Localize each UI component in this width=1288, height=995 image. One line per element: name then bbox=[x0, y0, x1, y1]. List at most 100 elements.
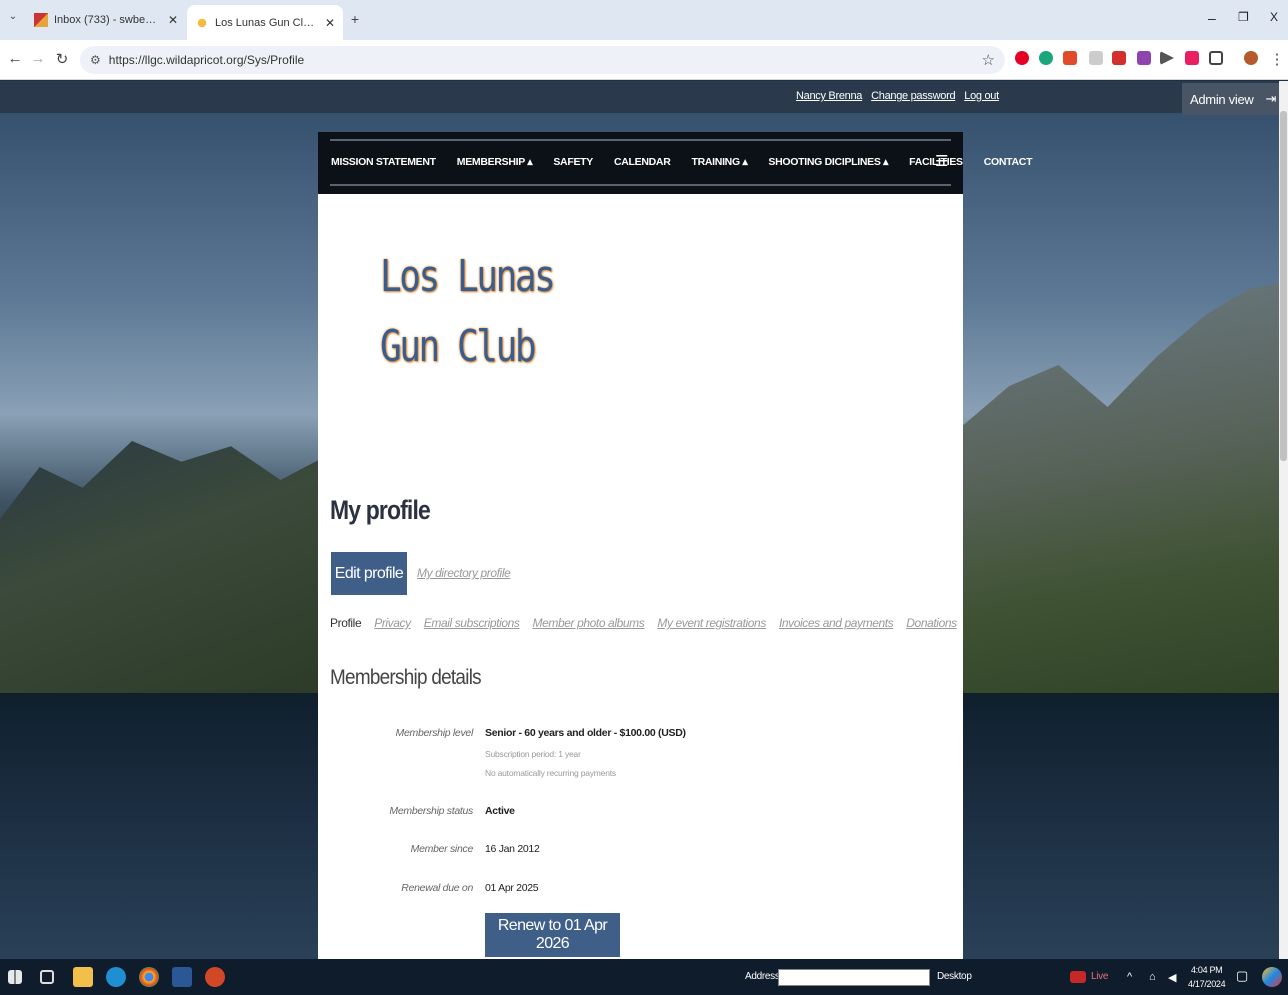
membership-status-value: Active bbox=[485, 805, 515, 817]
chrome-icon[interactable] bbox=[139, 967, 159, 987]
tab-invoices-and-payments[interactable]: Invoices and payments bbox=[779, 616, 894, 630]
close-icon[interactable]: ✕ bbox=[168, 13, 178, 27]
logo-line-1: Los Lunas bbox=[380, 251, 556, 302]
browser-menu-icon[interactable]: ⋮ bbox=[1268, 50, 1286, 68]
membership-level-value: Senior - 60 years and older - $100.00 (U… bbox=[485, 727, 686, 739]
user-name-link[interactable]: Nancy Brenna bbox=[796, 90, 862, 102]
show-hidden-icons-icon[interactable]: ^ bbox=[1127, 971, 1132, 983]
taskbar-address-input[interactable] bbox=[778, 969, 930, 986]
windows-start-icon[interactable] bbox=[8, 970, 22, 984]
nav-shooting-disciplines[interactable]: SHOOTING DICIPLINES ▴ bbox=[768, 156, 888, 168]
membership-details-heading: Membership details bbox=[330, 666, 482, 689]
pinterest-extension-icon[interactable] bbox=[1015, 51, 1029, 65]
copilot-icon[interactable] bbox=[1262, 967, 1282, 987]
address-bar[interactable]: ⚙ https://llgc.wildapricot.org/Sys/Profi… bbox=[80, 46, 1005, 74]
live-label[interactable]: Live bbox=[1091, 971, 1108, 982]
background-mountain-right bbox=[960, 281, 1288, 701]
account-strip: Nancy Brenna Change password Log out bbox=[0, 81, 1288, 113]
account-links: Nancy Brenna Change password Log out bbox=[796, 90, 999, 102]
restore-button[interactable]: ❐ bbox=[1238, 10, 1249, 24]
tab-my-event-registrations[interactable]: My event registrations bbox=[657, 616, 766, 630]
nav-divider bbox=[330, 184, 951, 186]
network-icon[interactable]: ⌂ bbox=[1149, 971, 1156, 983]
scrollbar-thumb[interactable] bbox=[1280, 111, 1287, 461]
subscription-period-note: Subscription period: 1 year bbox=[485, 749, 581, 759]
nav-membership[interactable]: MEMBERSHIP ▴ bbox=[457, 156, 533, 168]
admin-view-label: Admin view bbox=[1190, 91, 1254, 107]
reload-icon[interactable]: ↻ bbox=[53, 50, 71, 68]
site-logo[interactable]: Los Lunas Gun Club bbox=[380, 242, 556, 382]
tab-profile[interactable]: Profile bbox=[330, 616, 362, 630]
tab-privacy[interactable]: Privacy bbox=[374, 616, 411, 630]
desktop-toolbar-label[interactable]: Desktop bbox=[937, 971, 972, 982]
office-extension-icon[interactable] bbox=[1063, 51, 1077, 65]
member-since-value: 16 Jan 2012 bbox=[485, 843, 540, 855]
edge-icon[interactable] bbox=[106, 967, 126, 987]
tab-search-icon[interactable]: ⌄ bbox=[4, 11, 22, 22]
admin-view-button[interactable]: Admin view ⇥ bbox=[1182, 83, 1279, 115]
url-text: https://llgc.wildapricot.org/Sys/Profile bbox=[108, 53, 305, 67]
tab-email-subscriptions[interactable]: Email subscriptions bbox=[424, 616, 520, 630]
nav-divider bbox=[330, 139, 951, 141]
address-toolbar-label: Address bbox=[745, 971, 780, 982]
nav-contact[interactable]: CONTACT bbox=[984, 156, 1033, 168]
new-tab-button[interactable]: + bbox=[346, 11, 364, 27]
background-mountain-left bbox=[0, 441, 330, 701]
membership-status-label: Membership status bbox=[389, 805, 473, 817]
nav-mission-statement[interactable]: MISSION STATEMENT bbox=[331, 156, 436, 168]
bookmark-star-icon[interactable]: ☆ bbox=[982, 51, 995, 69]
nav-safety[interactable]: SAFETY bbox=[553, 156, 593, 168]
logo-line-2: Gun Club bbox=[380, 321, 537, 372]
file-explorer-icon[interactable] bbox=[73, 967, 93, 987]
nav-training[interactable]: TRAINING ▴ bbox=[691, 156, 747, 168]
renewal-due-value: 01 Apr 2025 bbox=[485, 882, 539, 894]
tab-member-photo-albums[interactable]: Member photo albums bbox=[533, 616, 645, 630]
main-navigation: MISSION STATEMENT MEMBERSHIP ▴ SAFETY CA… bbox=[318, 132, 1033, 194]
powerpoint-icon[interactable] bbox=[205, 967, 225, 987]
page-title: My profile bbox=[330, 495, 431, 525]
puzzle-extensions-icon[interactable] bbox=[1209, 51, 1223, 65]
renew-button[interactable]: Renew to 01 Apr 2026 bbox=[485, 913, 620, 957]
mail-favicon-icon bbox=[34, 13, 48, 27]
word-icon[interactable] bbox=[172, 967, 192, 987]
edit-profile-button[interactable]: Edit profile bbox=[331, 552, 407, 595]
profile-avatar-icon[interactable] bbox=[1244, 51, 1258, 65]
site-favicon-icon bbox=[195, 15, 209, 30]
back-icon[interactable]: ← bbox=[6, 50, 24, 67]
acrobat-extension-icon[interactable] bbox=[1112, 51, 1126, 65]
close-icon[interactable]: ✕ bbox=[325, 16, 335, 30]
hamburger-menu-icon[interactable]: ☰ bbox=[935, 152, 948, 170]
windows-taskbar: Address Desktop Live ^ ⌂ ◀ 4:04 PM 4/17/… bbox=[0, 959, 1288, 995]
directory-profile-link[interactable]: My directory profile bbox=[417, 566, 511, 580]
renewal-due-label: Renewal due on bbox=[401, 882, 473, 894]
pocket-extension-icon[interactable] bbox=[1185, 51, 1199, 65]
background-lake-left bbox=[0, 693, 318, 959]
notifications-icon[interactable]: ▢ bbox=[1236, 968, 1248, 984]
grammar-extension-icon[interactable] bbox=[1039, 51, 1053, 65]
membership-level-label: Membership level bbox=[395, 727, 474, 739]
tab-donations[interactable]: Donations bbox=[906, 616, 957, 630]
exit-icon[interactable]: ⇥ bbox=[1265, 91, 1276, 107]
minimize-button[interactable]: – bbox=[1208, 10, 1216, 26]
logout-link[interactable]: Log out bbox=[964, 90, 999, 102]
taskbar-clock[interactable]: 4:04 PM 4/17/2024 bbox=[1188, 963, 1226, 991]
site-info-icon[interactable]: ⚙ bbox=[90, 53, 101, 67]
member-since-label: Member since bbox=[410, 843, 474, 855]
extension-icon[interactable] bbox=[1137, 51, 1151, 65]
volume-icon[interactable]: ◀ bbox=[1168, 971, 1176, 984]
clock-date: 4/17/2024 bbox=[1188, 979, 1226, 989]
page-scrollbar[interactable] bbox=[1279, 81, 1288, 959]
forward-icon[interactable]: → bbox=[29, 50, 47, 67]
task-view-icon[interactable] bbox=[40, 970, 54, 984]
browser-tab-strip: ⌄ Inbox (733) - swbear737@gma ✕ Los Luna… bbox=[0, 0, 1288, 40]
tab-inbox[interactable]: Inbox (733) - swbear737@gma ✕ bbox=[26, 6, 186, 34]
recurring-payments-note: No automatically recurring payments bbox=[485, 768, 616, 778]
doc-extension-icon[interactable] bbox=[1089, 51, 1103, 65]
tab-my-profile[interactable]: Los Lunas Gun Club - My profil ✕ bbox=[187, 5, 343, 40]
close-window-button[interactable]: X bbox=[1270, 10, 1278, 24]
web-page: Nancy Brenna Change password Log out Adm… bbox=[0, 81, 1288, 959]
nav-calendar[interactable]: CALENDAR bbox=[614, 156, 671, 168]
change-password-link[interactable]: Change password bbox=[871, 90, 955, 102]
news-icon[interactable] bbox=[1070, 971, 1086, 983]
content-column: MISSION STATEMENT MEMBERSHIP ▴ SAFETY CA… bbox=[318, 132, 1033, 959]
